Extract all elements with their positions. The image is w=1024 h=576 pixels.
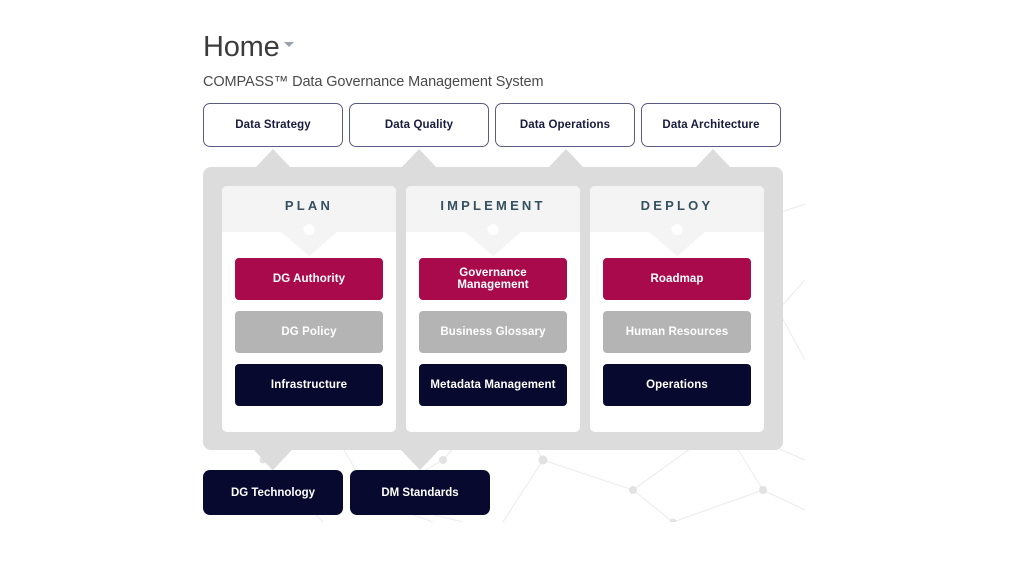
- tier-item-operations[interactable]: Operations: [603, 364, 751, 406]
- tier-item-human-resources[interactable]: Human Resources: [603, 311, 751, 353]
- tier-item-dg-policy[interactable]: DG Policy: [235, 311, 383, 353]
- column-header-label: DEPLOY: [640, 198, 714, 213]
- page-subtitle: COMPASS™ Data Governance Management Syst…: [203, 74, 544, 90]
- connector-arrow-down-dg-technology: [254, 450, 292, 470]
- chevron-down-icon[interactable]: [283, 42, 294, 47]
- connector-arrow-up-data-strategy: [256, 149, 290, 167]
- column-items-implement: Governance Management Business Glossary …: [419, 258, 567, 417]
- tier-item-label: Business Glossary: [440, 326, 546, 338]
- bottom-button-label: DG Technology: [230, 486, 316, 499]
- tier-item-label: Operations: [646, 379, 708, 391]
- tier-item-metadata-management[interactable]: Metadata Management: [419, 364, 567, 406]
- connector-arrow-up-data-architecture: [696, 149, 730, 167]
- nav-button-label: Data Operations: [519, 119, 611, 131]
- tier-item-dg-authority[interactable]: DG Authority: [235, 258, 383, 300]
- tier-item-label: Metadata Management: [430, 379, 556, 391]
- nav-button-data-architecture[interactable]: Data Architecture: [641, 103, 781, 147]
- nav-button-data-quality[interactable]: Data Quality: [349, 103, 489, 147]
- tier-item-label: Human Resources: [625, 326, 729, 338]
- connector-arrow-down-dm-standards: [401, 450, 439, 470]
- page-title: Home: [203, 31, 280, 63]
- tier-item-business-glossary[interactable]: Business Glossary: [419, 311, 567, 353]
- column-notch-decoration: [281, 232, 337, 256]
- nav-button-label: Data Quality: [384, 119, 454, 131]
- column-dot-decoration: [303, 224, 315, 235]
- column-header-label: IMPLEMENT: [440, 198, 546, 213]
- nav-button-label: Data Strategy: [235, 119, 311, 131]
- tier-item-governance-management[interactable]: Governance Management: [419, 258, 567, 300]
- page-root: Home COMPASS™ Data Governance Management…: [0, 0, 1024, 576]
- column-dot-decoration: [671, 224, 683, 235]
- bottom-button-label: DM Standards: [381, 486, 459, 499]
- connector-arrow-up-data-quality: [402, 149, 436, 167]
- matrix-column-deploy: DEPLOY Roadmap Human Resources Operation…: [590, 186, 764, 432]
- column-notch-decoration: [465, 232, 521, 256]
- nav-button-data-operations[interactable]: Data Operations: [495, 103, 635, 147]
- nav-button-label: Data Architecture: [662, 119, 760, 131]
- nav-button-data-strategy[interactable]: Data Strategy: [203, 103, 343, 147]
- matrix-column-plan: PLAN DG Authority DG Policy Infrastructu…: [222, 186, 396, 432]
- tier-item-label: Roadmap: [650, 273, 704, 285]
- tier-item-label: DG Authority: [272, 273, 346, 285]
- tier-item-label: Governance Management: [457, 267, 529, 291]
- tier-item-label: DG Policy: [281, 326, 337, 338]
- matrix-columns: PLAN DG Authority DG Policy Infrastructu…: [222, 186, 764, 432]
- bottom-button-dm-standards[interactable]: DM Standards: [350, 470, 490, 515]
- bottom-nav-bar: DG Technology DM Standards: [203, 470, 490, 515]
- top-nav-bar: Data Strategy Data Quality Data Operatio…: [203, 103, 781, 147]
- page-title-row[interactable]: Home: [203, 33, 294, 62]
- column-items-deploy: Roadmap Human Resources Operations: [603, 258, 751, 417]
- tier-item-label: Infrastructure: [270, 379, 348, 391]
- tier-item-roadmap[interactable]: Roadmap: [603, 258, 751, 300]
- column-header-label: PLAN: [284, 198, 334, 213]
- bottom-button-dg-technology[interactable]: DG Technology: [203, 470, 343, 515]
- connector-arrow-up-data-operations: [549, 149, 583, 167]
- column-dot-decoration: [487, 224, 499, 235]
- tier-item-infrastructure[interactable]: Infrastructure: [235, 364, 383, 406]
- column-items-plan: DG Authority DG Policy Infrastructure: [235, 258, 383, 417]
- column-notch-decoration: [649, 232, 705, 256]
- matrix-column-implement: IMPLEMENT Governance Management Business…: [406, 186, 580, 432]
